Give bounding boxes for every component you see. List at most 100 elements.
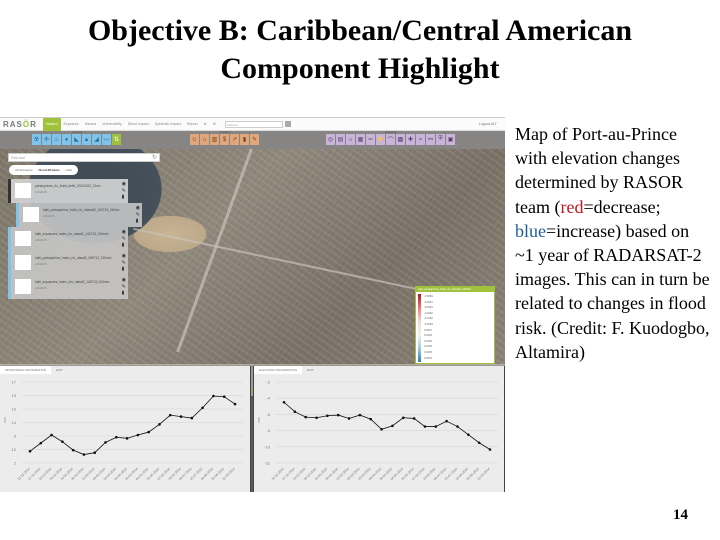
building-icon[interactable]: ⌂ [200,134,209,145]
layer-item[interactable]: haiti_exposures_index_rdx_rdasd2_140713_… [8,275,128,299]
tsunami-icon[interactable]: ◢ [92,134,101,145]
factory-icon[interactable]: ▦ [356,134,365,145]
menu-item[interactable]: Hazard [82,118,100,131]
chart-tab-info[interactable]: MONITORING INFORMATION [0,366,52,374]
data-point[interactable] [125,437,129,440]
wind-icon[interactable]: ✣ [42,134,51,145]
layer-item[interactable]: haiti_portauprince_build_rio_rdarsat2_14… [16,203,142,227]
water-icon[interactable]: ≈ [416,134,425,145]
drop-icon[interactable]: ● [62,134,71,145]
globe-icon[interactable]: ⊕ [201,118,210,131]
data-point[interactable] [50,433,53,437]
layer-item[interactable]: portauprince_rio_build_deltd_20121102_01… [8,179,128,203]
delete-icon[interactable]: ▮ [122,194,126,201]
data-point[interactable] [391,424,394,428]
data-point[interactable] [380,427,383,431]
shield-icon[interactable]: ⛨ [436,134,445,145]
data-point[interactable] [115,435,118,439]
layer-tab[interactable]: All Scenarios [12,168,36,172]
data-point[interactable] [158,423,161,426]
menu-item[interactable]: Exposure [61,118,82,131]
bridge-icon[interactable]: ⌒ [386,134,395,145]
data-point[interactable] [179,415,183,418]
layer-item[interactable]: haiti_exposures_index_rio_rdasd2_140713_… [8,227,128,251]
address-search-input[interactable]: Address [224,120,283,128]
data-point[interactable] [201,406,204,410]
data-point[interactable] [293,410,297,413]
data-point[interactable] [369,417,373,421]
data-point[interactable] [168,413,172,417]
data-point[interactable] [104,441,107,444]
menu-item[interactable]: Hazard [42,118,61,131]
data-point[interactable] [326,414,329,418]
logout-link[interactable]: Logout ALT [479,122,497,126]
data-point[interactable] [93,451,97,454]
network-icon[interactable]: ⚯ [426,134,435,145]
delete-icon[interactable]: ▮ [122,290,126,297]
data-point[interactable] [477,441,481,445]
settings-icon[interactable]: ⚙ [210,118,219,131]
house-icon[interactable]: ⌂ [346,134,355,145]
chart-tab-info[interactable]: ELEVATION INFORMATION [254,366,303,374]
delete-icon[interactable]: ▮ [136,218,140,225]
data-point[interactable] [147,430,150,434]
search-button[interactable] [284,121,291,127]
earthquake-icon[interactable]: ☢ [32,134,41,145]
road-icon[interactable]: ═ [366,134,375,145]
doc-icon[interactable]: ▣ [446,134,455,145]
data-point[interactable] [222,395,226,399]
menu-item[interactable]: Vulnerability [99,118,124,131]
layer-tab[interactable]: Hold [63,168,75,172]
data-point[interactable] [467,433,470,436]
selected-tool-icon[interactable]: ⇅ [112,134,121,145]
money-icon[interactable]: $ [220,134,229,145]
chart-icon[interactable]: ▥ [210,134,219,145]
layer-item[interactable]: haiti_portauprince_index_rio_rdasd2_0807… [8,251,128,275]
data-point[interactable] [39,441,43,445]
data-point[interactable] [434,425,438,428]
flood-icon[interactable]: ♨ [52,134,61,145]
delete-icon[interactable]: ▮ [122,242,126,249]
data-point[interactable] [401,416,405,420]
data-point[interactable] [190,416,194,420]
menu-item[interactable]: Report [184,118,201,131]
map-icon[interactable]: ▤ [336,134,345,145]
data-point[interactable] [456,425,459,428]
chart-tab-exit[interactable]: EXIT [51,366,68,374]
data-point[interactable] [71,448,75,452]
layer-tab[interactable]: Flood 28 items [36,168,63,172]
landslide-icon[interactable]: ◣ [72,134,81,145]
data-point[interactable] [336,413,340,417]
data-point[interactable] [82,453,86,456]
target-icon[interactable]: ◎ [326,134,335,145]
data-point[interactable] [61,440,64,443]
data-point[interactable] [423,425,427,428]
wave-icon[interactable]: 〰 [102,134,111,145]
data-point[interactable] [136,433,140,437]
refresh-icon[interactable]: ↻ [152,154,157,162]
data-point[interactable] [28,449,32,453]
hospital-icon[interactable]: ✚ [406,134,415,145]
data-point[interactable] [412,417,416,420]
data-point[interactable] [445,419,448,423]
tool-icon[interactable]: ✎ [250,134,259,145]
data-point[interactable] [347,417,351,420]
power-icon[interactable]: ⚡ [376,134,385,145]
menu-item[interactable]: Systemic impact [152,118,184,131]
grid-icon[interactable]: ▩ [396,134,405,145]
menu-item[interactable]: Direct impact [125,118,152,131]
delete-icon[interactable]: ▮ [122,266,126,273]
data-point[interactable] [233,402,237,406]
satellite-map[interactable]: Find tool ↻ All Scenarios Flood 28 items H… [0,148,505,396]
find-tool-input[interactable]: Find tool ↻ [8,153,160,162]
volcano-icon[interactable]: ▲ [82,134,91,145]
data-point[interactable] [358,413,362,417]
data-point[interactable] [304,415,307,419]
data-point[interactable] [315,416,318,420]
bar-icon[interactable]: ▮ [240,134,249,145]
data-point[interactable] [488,448,492,451]
people-icon[interactable]: ☺ [190,134,199,145]
data-point[interactable] [282,400,286,404]
data-point[interactable] [212,394,215,398]
chart-tab-exit[interactable]: EXIT [302,366,319,374]
